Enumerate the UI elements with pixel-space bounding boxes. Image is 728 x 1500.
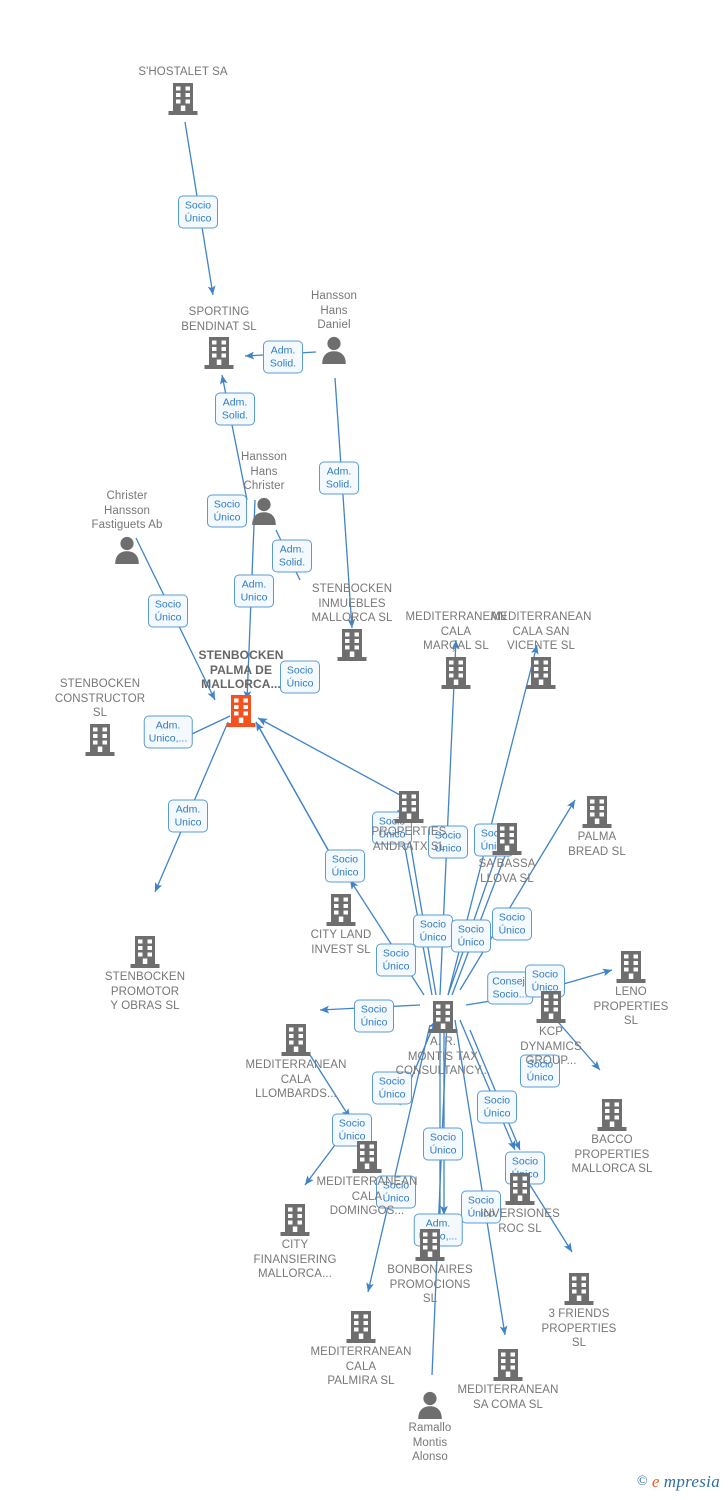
node-palma_bread[interactable]: PALMA BREAD SL bbox=[527, 795, 667, 859]
node-label-friends3: 3 FRIENDS PROPERTIES SL bbox=[541, 1308, 617, 1349]
node-hansson_christer[interactable]: Hansson Hans Christer bbox=[194, 450, 334, 526]
company-icon-bacco_props bbox=[542, 1098, 682, 1132]
company-icon-friends3 bbox=[509, 1272, 649, 1306]
company-icon-med_llombards bbox=[226, 1023, 366, 1057]
relation-tag-r15[interactable]: Socio Único bbox=[325, 849, 365, 883]
relation-tag-r16[interactable]: Socio Único bbox=[413, 914, 453, 948]
company-icon-bonbonaires bbox=[360, 1228, 500, 1262]
company-icon-leno_props bbox=[561, 950, 701, 984]
node-label-stenb_constructor: STENBOCKEN CONSTRUCTOR SL bbox=[54, 678, 146, 719]
node-label-med_palmira: MEDITERRANEAN CALA PALMIRA SL bbox=[310, 1346, 412, 1387]
node-ramallo[interactable]: Ramallo Montis Alonso bbox=[360, 1390, 500, 1465]
node-friends3[interactable]: 3 FRIENDS PROPERTIES SL bbox=[509, 1272, 649, 1351]
org-chart-canvas: Socio Único Adm. Solid. Adm. Solid. Adm. So… bbox=[0, 0, 728, 1500]
node-label-kcp_dynamics: KCP DYNAMICS GROUP... bbox=[520, 1026, 582, 1067]
person-icon-hansson_christer bbox=[194, 496, 334, 526]
node-label-med_llombards: MEDITERRANEAN CALA LLOMBARDS... bbox=[245, 1059, 347, 1100]
node-label-hansson_christer: Hansson Hans Christer bbox=[240, 451, 288, 492]
node-label-city_finansiering: CITY FINANSIERING MALLORCA... bbox=[253, 1239, 337, 1280]
node-label-city_land: CITY LAND INVEST SL bbox=[310, 929, 372, 956]
relation-tag-r11[interactable]: Adm. Unico bbox=[168, 799, 208, 833]
person-icon-hansson_daniel bbox=[264, 335, 404, 365]
node-label-bacco_props: BACCO PROPERTIES MALLORCA SL bbox=[571, 1134, 653, 1175]
node-inversiones_roc[interactable]: INVERSIONES ROC SL bbox=[450, 1172, 590, 1236]
node-city_land[interactable]: CITY LAND INVEST SL bbox=[271, 893, 411, 957]
company-icon-shostalet bbox=[113, 82, 253, 116]
node-label-palma_bread: PALMA BREAD SL bbox=[568, 831, 626, 858]
company-icon-stenb_promotor bbox=[75, 935, 215, 969]
relation-tag-r3[interactable]: Adm. Solid. bbox=[215, 392, 255, 426]
node-med_palmira[interactable]: MEDITERRANEAN CALA PALMIRA SL bbox=[291, 1310, 431, 1389]
relation-tag-r7[interactable]: Adm. Unico bbox=[234, 574, 274, 608]
node-shostalet[interactable]: S'HOSTALET SA bbox=[113, 65, 253, 116]
node-med_llombards[interactable]: MEDITERRANEAN CALA LLOMBARDS... bbox=[226, 1023, 366, 1102]
company-icon-properties_and bbox=[339, 790, 479, 824]
company-icon-med_palmira bbox=[291, 1310, 431, 1344]
node-stenb_constructor[interactable]: STENBOCKEN CONSTRUCTOR SL bbox=[30, 677, 170, 757]
company-icon-med_sacoma bbox=[438, 1348, 578, 1382]
node-med_sanvicente[interactable]: MEDITERRANEAN CALA SAN VICENTE SL bbox=[471, 610, 611, 690]
company-icon-stenb_palma bbox=[171, 694, 311, 728]
company-icon-palma_bread bbox=[527, 795, 667, 829]
relation-tag-r1[interactable]: Socio Único bbox=[178, 195, 218, 229]
node-bonbonaires[interactable]: BONBONAIRES PROMOCIONS SL bbox=[360, 1228, 500, 1307]
node-label-stenb_promotor: STENBOCKEN PROMOTOR Y OBRAS SL bbox=[104, 971, 186, 1012]
brand-name: mpresia bbox=[663, 1472, 720, 1491]
company-icon-city_finansiering bbox=[225, 1203, 365, 1237]
node-label-leno_props: LENO PROPERTIES SL bbox=[593, 986, 669, 1027]
node-label-christer_fast: Christer Hansson Fastiguets Ab bbox=[91, 490, 163, 531]
node-label-med_sanvicente: MEDITERRANEAN CALA SAN VICENTE SL bbox=[490, 611, 592, 652]
copyright-symbol: © bbox=[636, 1474, 648, 1489]
node-christer_fast[interactable]: Christer Hansson Fastiguets Ab bbox=[57, 489, 197, 565]
brand-initial: e bbox=[651, 1472, 660, 1491]
relation-tag-r8[interactable]: Socio Único bbox=[148, 594, 188, 628]
empresia-watermark: © e mpresia bbox=[637, 1472, 720, 1492]
relation-tag-r6[interactable]: Adm. Solid. bbox=[272, 539, 312, 573]
relation-tag-r17[interactable]: Socio Único bbox=[451, 919, 491, 953]
node-hansson_daniel[interactable]: Hansson Hans Daniel bbox=[264, 289, 404, 365]
node-label-ramallo: Ramallo Montis Alonso bbox=[408, 1422, 452, 1463]
node-leno_props[interactable]: LENO PROPERTIES SL bbox=[561, 950, 701, 1029]
node-label-sa_bassa: SA BASSA LLOVA SL bbox=[478, 858, 536, 885]
company-icon-stenb_constructor bbox=[30, 723, 170, 757]
company-icon-city_land bbox=[271, 893, 411, 927]
node-stenb_promotor[interactable]: STENBOCKEN PROMOTOR Y OBRAS SL bbox=[75, 935, 215, 1014]
node-city_finansiering[interactable]: CITY FINANSIERING MALLORCA... bbox=[225, 1203, 365, 1282]
person-icon-christer_fast bbox=[57, 535, 197, 565]
node-label-bonbonaires: BONBONAIRES PROMOCIONS SL bbox=[387, 1264, 473, 1305]
company-icon-inversiones_roc bbox=[450, 1172, 590, 1206]
edge-properties_and-to-stenb_palma bbox=[257, 717, 401, 796]
company-icon-med_sanvicente bbox=[471, 656, 611, 690]
company-icon-med_domingos bbox=[297, 1140, 437, 1174]
node-label-hansson_daniel: Hansson Hans Daniel bbox=[310, 290, 358, 331]
node-bacco_props[interactable]: BACCO PROPERTIES MALLORCA SL bbox=[542, 1098, 682, 1177]
relation-tag-r25[interactable]: Socio Único bbox=[477, 1090, 517, 1124]
node-label-shostalet: S'HOSTALET SA bbox=[138, 66, 228, 78]
person-icon-ramallo bbox=[360, 1390, 500, 1420]
relation-tag-r18[interactable]: Socio Único bbox=[492, 907, 532, 941]
